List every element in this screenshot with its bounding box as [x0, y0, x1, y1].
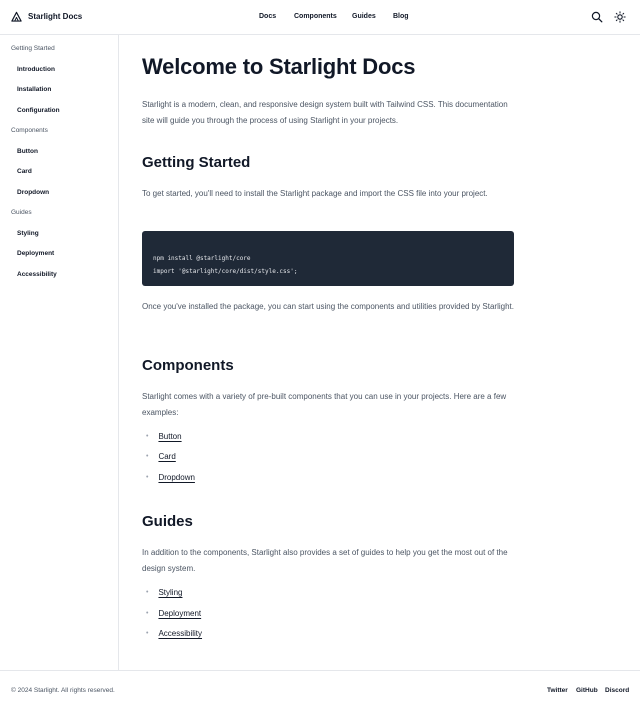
logo-icon [11, 11, 22, 22]
code-line: npm install @starlight/core [153, 255, 251, 262]
copyright-text: © 2024 Starlight. All rights reserved. [11, 687, 115, 694]
list-item: • Styling [146, 588, 182, 597]
sidebar-item-button[interactable]: Button [17, 148, 38, 155]
link-deployment[interactable]: Deployment [158, 609, 201, 618]
footer-link-discord[interactable]: Discord [605, 687, 629, 694]
top-header: Starlight Docs Docs Components Guides Bl… [0, 0, 640, 35]
sidebar: Getting Started Introduction Installatio… [0, 35, 119, 670]
brand-name: Starlight Docs [28, 12, 83, 21]
guides-paragraph: In addition to the components, Starlight… [142, 548, 508, 573]
list-item: • Dropdown [146, 473, 195, 482]
brand[interactable]: Starlight Docs [11, 11, 82, 22]
guides-heading: Guides [142, 513, 193, 530]
list-item: • Accessibility [146, 629, 202, 638]
nav-docs[interactable]: Docs [259, 13, 276, 20]
sidebar-section-components: Components [11, 127, 48, 134]
page-title: Welcome to Starlight Docs [142, 54, 416, 79]
sidebar-item-card[interactable]: Card [17, 168, 32, 175]
bullet: • [146, 474, 149, 481]
after-install-paragraph: Once you've installed the package, you c… [142, 302, 514, 311]
sidebar-item-introduction[interactable]: Introduction [17, 66, 55, 73]
components-heading: Components [142, 357, 234, 374]
sidebar-item-installation[interactable]: Installation [17, 86, 51, 93]
sidebar-section-getting-started: Getting Started [11, 45, 55, 52]
components-paragraph: Starlight comes with a variety of pre-bu… [142, 392, 507, 417]
sidebar-item-dropdown[interactable]: Dropdown [17, 189, 49, 196]
nav-components[interactable]: Components [294, 13, 337, 20]
sun-icon[interactable] [614, 11, 626, 23]
footer-link-twitter[interactable]: Twitter [547, 687, 568, 694]
bullet: • [146, 433, 149, 440]
link-dropdown[interactable]: Dropdown [158, 473, 194, 482]
code-line: import '@starlight/core/dist/style.css'; [153, 267, 298, 275]
sidebar-item-styling[interactable]: Styling [17, 230, 39, 237]
list-item: • Deployment [146, 609, 201, 618]
sidebar-item-deployment[interactable]: Deployment [17, 250, 54, 257]
bullet: • [146, 630, 149, 637]
link-button[interactable]: Button [158, 432, 181, 441]
sidebar-item-accessibility[interactable]: Accessibility [17, 271, 57, 278]
link-card[interactable]: Card [158, 452, 175, 461]
list-item: • Card [146, 452, 176, 461]
nav-blog[interactable]: Blog [393, 13, 409, 20]
link-accessibility[interactable]: Accessibility [158, 629, 202, 638]
bullet: • [146, 589, 149, 596]
sidebar-item-configuration[interactable]: Configuration [17, 107, 60, 114]
getting-started-heading: Getting Started [142, 154, 251, 171]
bullet: • [146, 453, 149, 460]
footer: © 2024 Starlight. All rights reserved. T… [0, 670, 640, 710]
getting-started-paragraph: To get started, you'll need to install t… [142, 189, 488, 198]
search-icon[interactable] [591, 11, 603, 23]
footer-link-github[interactable]: GitHub [576, 687, 598, 694]
nav-guides[interactable]: Guides [352, 13, 376, 20]
link-styling[interactable]: Styling [158, 588, 182, 597]
list-item: • Button [146, 432, 182, 441]
bullet: • [146, 610, 149, 617]
sidebar-section-guides: Guides [11, 209, 32, 216]
intro-paragraph: Starlight is a modern, clean, and respon… [142, 100, 508, 125]
code-block[interactable]: npm install @starlight/core import '@sta… [142, 231, 514, 286]
